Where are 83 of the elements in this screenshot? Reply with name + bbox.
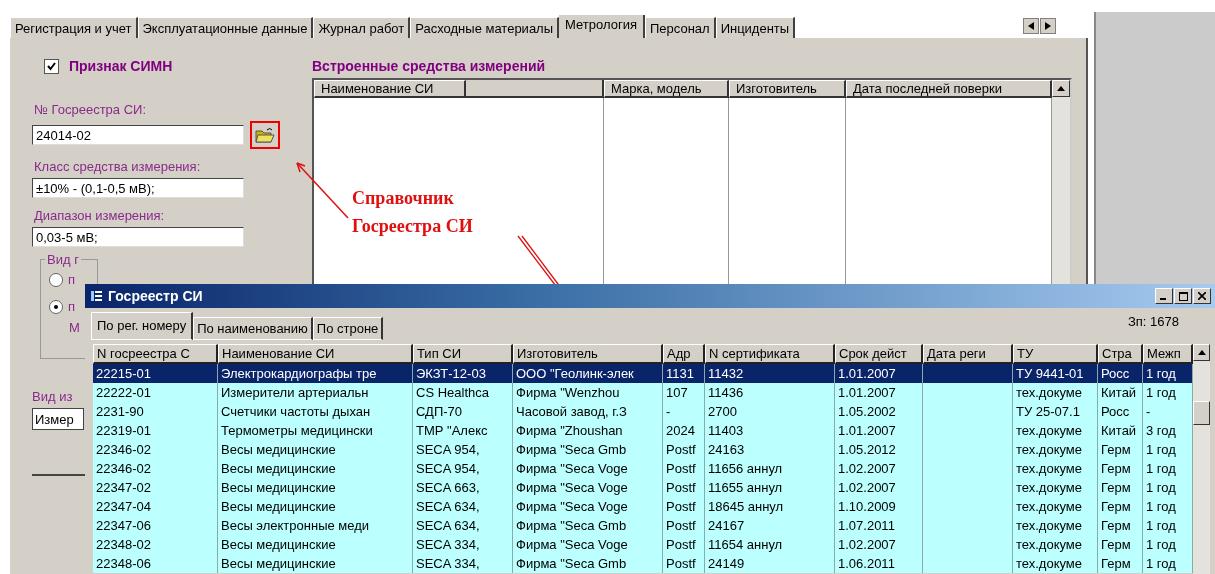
column-header[interactable]: Стра [1098,344,1143,364]
column-header[interactable]: Наименование СИ [218,344,413,364]
column-header[interactable] [466,80,604,98]
table-row[interactable]: 22348-06 Весы медицинские SECA 334, Фирма "Seca Gmb Postf 24149 1.06.2011 тех.докуме Герм 1 год [93,554,1193,573]
left-arrow-icon [1028,22,1034,30]
table-cell: 24149 [705,554,835,573]
column-header[interactable]: Срок дейст [835,344,923,364]
table-row[interactable]: 22347-06 Весы электронные меди SECA 634, Фирма "Seca Gmb Postf 24167 1.07.2011 тех.докуме Герм 1 год [93,516,1193,535]
annotation-text: Справочник Госреестра СИ [352,187,474,238]
tab[interactable]: Персонал [644,17,716,38]
group-text: М [69,320,80,335]
scroll-right-button[interactable] [1040,18,1056,34]
column-header[interactable]: N сертификата [705,344,835,364]
tab[interactable]: По рег. номеру [91,312,194,340]
tab[interactable]: Эксплуатационные данные [137,17,314,38]
close-button[interactable] [1193,288,1211,304]
tab[interactable]: Расходные материалы [410,17,560,38]
scrollbar-thumb[interactable] [1193,401,1210,425]
input-field[interactable]: 24014-02 [32,125,244,145]
list-icon [91,291,102,301]
radio-label: п [68,272,76,287]
column-header[interactable]: Межп [1143,344,1193,364]
minimize-button[interactable] [1155,288,1173,304]
tab[interactable]: Журнал работ [313,17,411,38]
up-arrow-icon [1197,350,1206,355]
table-cell: тех.докуме [1013,554,1098,573]
field-label: № Госреестра СИ: [34,102,147,117]
table-row[interactable]: 22319-01 Термометры медицински ТМР "Алекс Фирма "Zhoushan 2024 11403 1.01.2007 тех.докуме Китай 3 год [93,421,1193,440]
scrollbar[interactable] [1193,344,1210,574]
table-row[interactable]: 22222-01 Измерители артериальн CS Healthca Фирма "Wenzhou 107 11436 1.01.2007 тех.докуме Китай 1 год [93,383,1193,402]
table-row[interactable]: 22347-02 Весы медицинские SECA 663, Фирма "Seca Voge Postf 11655 аннул 1.02.2007 тех.докуме Герм 1 год [93,478,1193,497]
input-field[interactable]: Измер [32,408,84,430]
table-row[interactable]: 22215-01 Электрокардиографы тре ЭКЗТ-12-03 ООО "Геолинк-элек 1131 11432 1.01.2007 ТУ 9441-01 Росс 1 год [93,364,1193,383]
tab[interactable]: По строне [312,317,384,340]
table-row[interactable]: 22346-02 Весы медицинские SECA 954, Фирма "Seca Gmb Postf 24163 1.05.2012 тех.докуме Герм 1 год [93,440,1193,459]
table-row[interactable]: 22348-02 Весы медицинские SECA 334, Фирма "Seca Voge Postf 11654 аннул 1.02.2007 тех.докуме Герм 1 год [93,535,1193,554]
tab[interactable]: Инциденты [715,17,796,38]
table-cell: SECA 334, [413,554,513,573]
window-title: Госреестр СИ [108,288,203,304]
group-label: Вид г [45,252,81,267]
column-header[interactable]: Дата последней поверки [846,80,1052,98]
field-label: Вид из [32,389,73,404]
tab[interactable]: Метрология [559,15,645,38]
table-cell: Весы медицинские [218,554,413,573]
maximize-button[interactable] [1174,288,1192,304]
folder-button[interactable] [250,121,280,149]
table-cell: Герм [1098,554,1143,573]
checkbox-label: Признак СИМН [69,58,173,74]
maximize-icon [1178,291,1188,301]
table-cell: Postf [663,554,705,573]
column-header[interactable]: Тип СИ [413,344,513,364]
checkbox[interactable] [44,58,59,74]
input-field[interactable]: 0,03-5 мВ; [32,227,244,247]
field-label: Класс средства измерения: [34,159,201,174]
table-cell: Фирма "Seca Gmb [513,554,663,573]
table-row[interactable]: 2231-90 Счетчики частоты дыхан СДП-70 Часовой завод, г.З - 2700 1.05.2002 ТУ 25-07.1 Росс - [93,402,1193,421]
right-arrow-icon [1045,22,1051,30]
up-arrow-icon [1057,86,1065,91]
column-header[interactable]: N госреестра С [93,344,218,364]
input-field[interactable]: ±10% - (0,1-0,5 мВ); [32,178,244,198]
tab[interactable]: По наименованию [193,317,313,340]
annotation-arrow [296,162,349,219]
table-cell: 22348-06 [93,554,218,573]
table-cell: 1.06.2011 [835,554,923,573]
column-header[interactable]: Адр [663,344,705,364]
table-row[interactable]: 22346-02 Весы медицинские SECA 954, Фирма "Seca Voge Postf 11656 аннул 1.02.2007 тех.докуме Герм 1 год [93,459,1193,478]
tab[interactable]: Регистрация и учет [10,17,138,38]
column-header[interactable]: Дата реги [923,344,1013,364]
column-header[interactable]: Изготовитель [513,344,663,364]
column-header[interactable]: Марка, модель [604,80,729,98]
radio-button[interactable] [49,299,63,314]
field-label: Диапазон измерения: [34,208,165,223]
close-icon [1198,292,1206,300]
scroll-left-button[interactable] [1023,18,1039,34]
record-count: Зп: 1678 [1127,314,1179,329]
column-header[interactable]: ТУ [1013,344,1098,364]
column-header[interactable]: Наименование СИ [314,80,466,98]
section-title: Встроенные средства измерений [312,58,547,74]
radio-button[interactable] [49,272,63,287]
column-header[interactable]: Изготовитель [729,80,846,98]
radio-label: п [68,299,76,314]
table-row[interactable]: 22347-04 Весы медицинские SECA 634, Фирма "Seca Voge Postf 18645 аннул 1.10.2009 тех.докуме Герм 1 год [93,497,1193,516]
folder-icon [255,127,275,143]
